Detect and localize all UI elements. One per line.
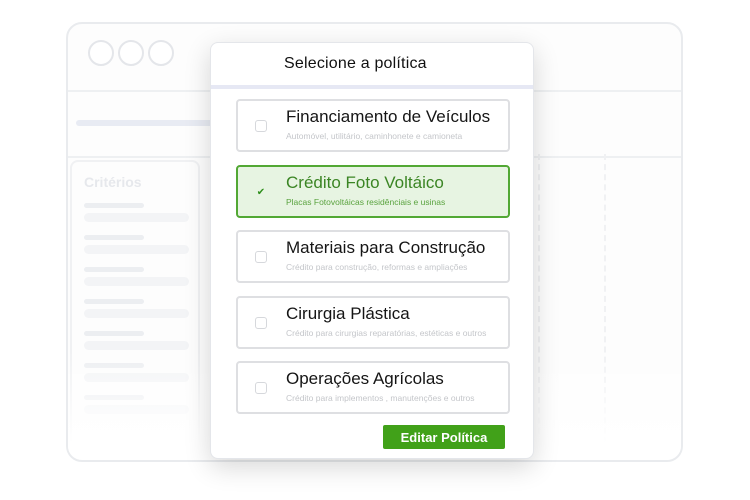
checkbox[interactable] <box>255 120 267 132</box>
policy-option-financiamento-veiculos[interactable]: Financiamento de Veículos Automóvel, uti… <box>236 99 510 152</box>
policy-option-subtitle: Crédito para cirurgias reparatórias, est… <box>286 328 487 338</box>
toolbar-placeholder-line <box>76 120 216 126</box>
policy-option-title: Financiamento de Veículos <box>286 107 491 126</box>
checkbox[interactable] <box>255 251 267 263</box>
modal-title: Selecione a política <box>284 55 427 72</box>
policy-selection-modal: Selecione a política Financiamento de Ve… <box>210 42 534 459</box>
window-controls <box>88 40 174 66</box>
policy-option-title: Materiais para Construção <box>286 238 486 257</box>
policy-option-operacoes-agricolas[interactable]: Operações Agrícolas Crédito para impleme… <box>236 361 510 414</box>
policy-option-cirurgia-plastica[interactable]: Cirurgia Plástica Crédito para cirurgias… <box>236 296 510 349</box>
window-dot-icon <box>118 40 144 66</box>
modal-header: Selecione a política <box>211 43 533 89</box>
checkbox[interactable] <box>255 382 267 394</box>
window-dot-icon <box>88 40 114 66</box>
policy-option-subtitle: Automóvel, utilitário, caminhonete e cam… <box>286 131 463 141</box>
edit-policy-button[interactable]: Editar Política <box>383 425 505 449</box>
policy-option-materiais-construcao[interactable]: Materiais para Construção Crédito para c… <box>236 230 510 283</box>
criteria-title: Critérios <box>84 174 142 190</box>
policy-option-title: Operações Agrícolas <box>286 369 444 388</box>
checkmark-icon[interactable]: ✔ <box>255 186 267 198</box>
policy-option-subtitle: Crédito para construção, reformas e ampl… <box>286 262 468 272</box>
window-dot-icon <box>148 40 174 66</box>
policy-option-title: Cirurgia Plástica <box>286 304 410 323</box>
policy-option-credito-foto-voltaico[interactable]: ✔ Crédito Foto Voltáico Placas Fotovoltá… <box>236 165 510 218</box>
policy-option-subtitle: Crédito para implementos , manutenções e… <box>286 393 475 403</box>
policy-option-title: Crédito Foto Voltáico <box>286 173 444 192</box>
policy-option-subtitle: Placas Fotovoltáicas residênciais e usin… <box>286 197 446 207</box>
checkbox[interactable] <box>255 317 267 329</box>
